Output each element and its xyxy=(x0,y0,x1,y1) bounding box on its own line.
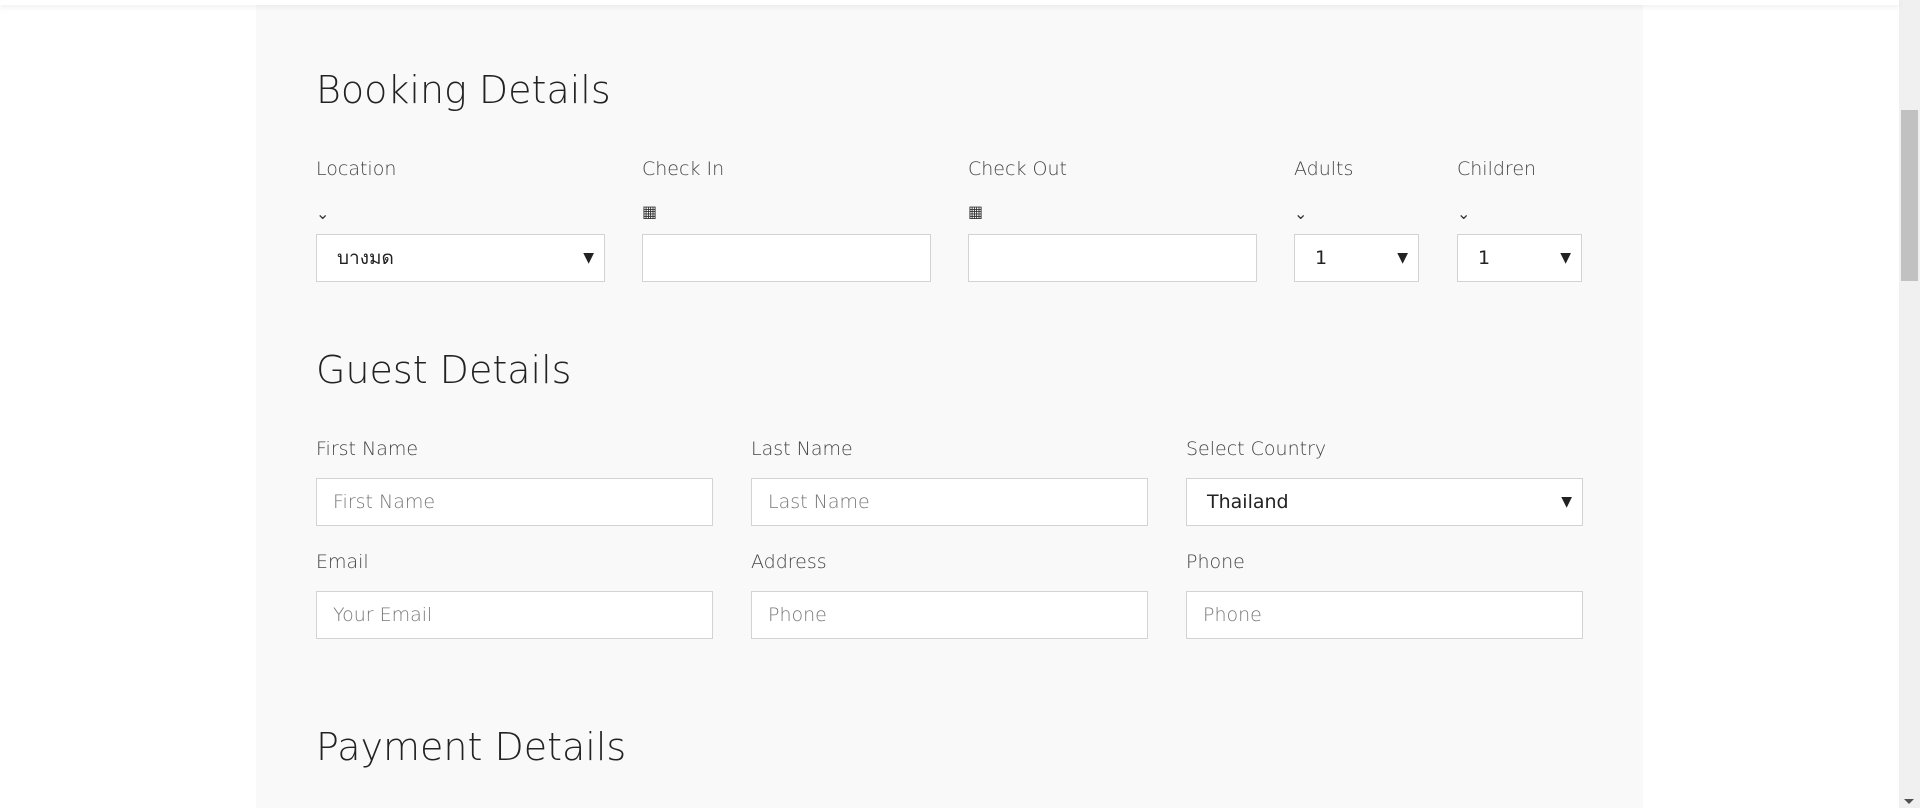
address-input[interactable]: Phone xyxy=(751,591,1148,639)
scrollbar-thumb[interactable] xyxy=(1901,110,1918,281)
children-label: Children xyxy=(1457,158,1537,180)
location-value: บางมด xyxy=(337,247,394,269)
email-input[interactable]: Your Email xyxy=(316,591,713,639)
booking-details-heading: Booking Details xyxy=(316,68,611,112)
adults-label: Adults xyxy=(1294,158,1354,180)
checkin-label: Check In xyxy=(642,158,725,180)
phone-input[interactable]: Phone xyxy=(1186,591,1583,639)
checkout-label: Check Out xyxy=(968,158,1067,180)
location-select[interactable]: บางมด ▼ xyxy=(316,234,605,282)
children-value: 1 xyxy=(1478,247,1491,269)
country-select[interactable]: Thailand ▼ xyxy=(1186,478,1583,526)
form-panel xyxy=(256,0,1643,808)
chevron-down-icon: ▼ xyxy=(583,250,594,266)
adults-select[interactable]: 1 ▼ xyxy=(1294,234,1419,282)
first-name-label: First Name xyxy=(316,438,419,460)
guest-details-heading: Guest Details xyxy=(316,348,572,392)
last-name-label: Last Name xyxy=(751,438,853,460)
address-label: Address xyxy=(751,551,827,573)
chevron-down-icon: ▼ xyxy=(1561,494,1572,510)
first-name-input[interactable]: First Name xyxy=(316,478,713,526)
email-label: Email xyxy=(316,551,369,573)
payment-details-heading: Payment Details xyxy=(316,725,627,769)
adults-value: 1 xyxy=(1315,247,1328,269)
chevron-down-icon: ⌄ xyxy=(1457,204,1471,223)
chevron-down-icon: ▼ xyxy=(1397,250,1408,266)
top-header xyxy=(0,0,1899,5)
chevron-down-icon: ▼ xyxy=(1560,250,1571,266)
chevron-down-icon: ⌄ xyxy=(1294,204,1308,223)
country-value: Thailand xyxy=(1207,491,1289,513)
calendar-icon: ▦ xyxy=(968,202,984,221)
country-label: Select Country xyxy=(1186,438,1327,460)
last-name-input[interactable]: Last Name xyxy=(751,478,1148,526)
chevron-down-icon: ⌄ xyxy=(316,204,330,223)
phone-label: Phone xyxy=(1186,551,1245,573)
checkout-input[interactable] xyxy=(968,234,1257,282)
location-label: Location xyxy=(316,158,397,180)
scroll-down-arrow-icon[interactable] xyxy=(1904,799,1914,804)
calendar-icon: ▦ xyxy=(642,202,658,221)
checkin-input[interactable] xyxy=(642,234,931,282)
scrollbar[interactable] xyxy=(1899,0,1920,808)
children-select[interactable]: 1 ▼ xyxy=(1457,234,1582,282)
